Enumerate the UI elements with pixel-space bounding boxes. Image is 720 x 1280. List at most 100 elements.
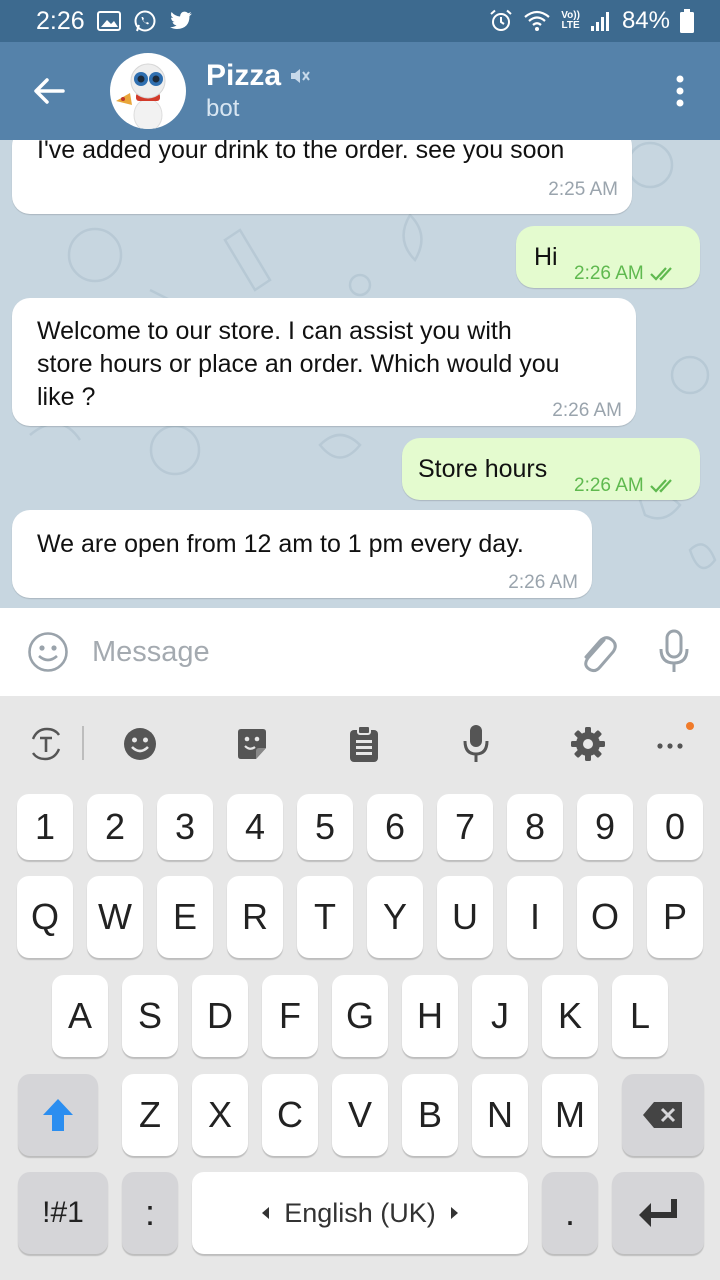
key-z[interactable]: Z — [122, 1074, 178, 1156]
key-j[interactable]: J — [472, 975, 528, 1057]
key-g[interactable]: G — [332, 975, 388, 1057]
key-n[interactable]: N — [472, 1074, 528, 1156]
gear-icon — [571, 727, 605, 761]
message-incoming[interactable]: I've added your drink to the order. see … — [12, 140, 632, 214]
paperclip-icon — [584, 636, 617, 673]
key-y[interactable]: Y — [367, 876, 423, 958]
toolbar-divider — [82, 726, 84, 760]
key-i[interactable]: I — [507, 876, 563, 958]
translate-icon — [31, 727, 61, 761]
key-v[interactable]: V — [332, 1074, 388, 1156]
emoji-keyboard-button[interactable] — [120, 724, 160, 764]
key-x[interactable]: X — [192, 1074, 248, 1156]
avatar[interactable] — [110, 53, 186, 129]
status-time: 2:26 — [36, 6, 85, 35]
message-list[interactable]: I've added your drink to the order. see … — [0, 140, 720, 608]
key-h[interactable]: H — [402, 975, 458, 1057]
key-w[interactable]: W — [87, 876, 143, 958]
chat-title: Pizza — [206, 59, 282, 92]
clipboard-icon — [350, 725, 378, 762]
key-s[interactable]: S — [122, 975, 178, 1057]
chat-header: Pizza bot — [0, 42, 720, 140]
message-incoming[interactable]: Welcome to our store. I can assist you w… — [12, 298, 636, 426]
key-r[interactable]: R — [227, 876, 283, 958]
alarm-icon — [489, 9, 513, 33]
key-m[interactable]: M — [542, 1074, 598, 1156]
key-8[interactable]: 8 — [507, 794, 563, 860]
more-options-button[interactable] — [640, 42, 720, 140]
chat-subtitle: bot — [206, 95, 240, 122]
message-text: Store hours — [418, 455, 548, 483]
key-2[interactable]: 2 — [87, 794, 143, 860]
backspace-icon — [643, 1102, 682, 1128]
key-9[interactable]: 9 — [577, 794, 633, 860]
key-q[interactable]: Q — [17, 876, 73, 958]
key-l[interactable]: L — [612, 975, 668, 1057]
key-t[interactable]: T — [297, 876, 353, 958]
caret-left-icon — [262, 1207, 270, 1219]
message-time: 2:25 AM — [548, 179, 618, 200]
message-text-line: like ? — [37, 383, 96, 411]
key-5[interactable]: 5 — [297, 794, 353, 860]
key-0[interactable]: 0 — [647, 794, 703, 860]
keyboard-settings-button[interactable] — [568, 724, 608, 764]
sticker-button[interactable] — [232, 724, 272, 764]
key-f[interactable]: F — [262, 975, 318, 1057]
message-time: 2:26 AM — [508, 572, 578, 593]
enter-key[interactable] — [612, 1172, 704, 1254]
message-time: 2:26 AM — [574, 469, 678, 502]
microphone-icon — [659, 629, 689, 672]
key-b[interactable]: B — [402, 1074, 458, 1156]
key-6[interactable]: 6 — [367, 794, 423, 860]
keyboard-toolbar — [0, 696, 720, 792]
key-u[interactable]: U — [437, 876, 493, 958]
space-key[interactable]: English (UK) — [192, 1172, 528, 1254]
period-key[interactable]: . — [542, 1172, 598, 1254]
whatsapp-icon — [133, 9, 157, 33]
key-c[interactable]: C — [262, 1074, 318, 1156]
battery-percent: 84% — [621, 7, 670, 34]
clipboard-button[interactable] — [344, 724, 384, 764]
message-time: 2:26 AM — [574, 257, 678, 290]
backspace-key[interactable] — [622, 1074, 704, 1156]
key-4[interactable]: 4 — [227, 794, 283, 860]
emoji-button[interactable] — [26, 630, 70, 674]
colon-key[interactable]: : — [122, 1172, 178, 1254]
back-button[interactable] — [0, 42, 98, 140]
more-toolbar-button[interactable] — [652, 724, 692, 764]
key-7[interactable]: 7 — [437, 794, 493, 860]
enter-icon — [639, 1199, 677, 1227]
shift-key[interactable] — [18, 1074, 98, 1156]
twitter-icon — [169, 11, 193, 31]
message-incoming[interactable]: We are open from 12 am to 1 pm every day… — [12, 510, 592, 598]
sticker-icon — [238, 729, 266, 759]
key-p[interactable]: P — [647, 876, 703, 958]
message-outgoing[interactable]: Store hours 2:26 AM — [402, 438, 700, 500]
emoji-icon — [124, 728, 156, 760]
caret-right-icon — [450, 1207, 458, 1219]
message-outgoing[interactable]: Hi 2:26 AM — [516, 226, 700, 288]
key-d[interactable]: D — [192, 975, 248, 1057]
voice-input-button[interactable] — [456, 724, 496, 764]
read-checkmarks-icon — [649, 267, 672, 281]
more-horizontal-icon — [657, 743, 683, 749]
attach-button[interactable] — [574, 628, 622, 676]
translate-button[interactable] — [26, 724, 66, 764]
message-time: 2:26 AM — [552, 400, 622, 421]
voice-record-button[interactable] — [654, 628, 694, 676]
key-3[interactable]: 3 — [157, 794, 213, 860]
notification-dot — [686, 722, 694, 730]
message-text: I've added your drink to the order. see … — [37, 140, 565, 164]
more-vertical-icon — [676, 75, 684, 107]
symbols-key[interactable]: !#1 — [18, 1172, 108, 1254]
space-language-label: English (UK) — [284, 1197, 436, 1228]
key-k[interactable]: K — [542, 975, 598, 1057]
key-1[interactable]: 1 — [17, 794, 73, 860]
key-a[interactable]: A — [52, 975, 108, 1057]
message-input[interactable]: Message — [92, 636, 210, 669]
key-o[interactable]: O — [577, 876, 633, 958]
key-e[interactable]: E — [157, 876, 213, 958]
message-text-line: Welcome to our store. I can assist you w… — [37, 317, 512, 345]
message-text: Hi — [534, 243, 558, 271]
gallery-icon — [96, 11, 121, 31]
